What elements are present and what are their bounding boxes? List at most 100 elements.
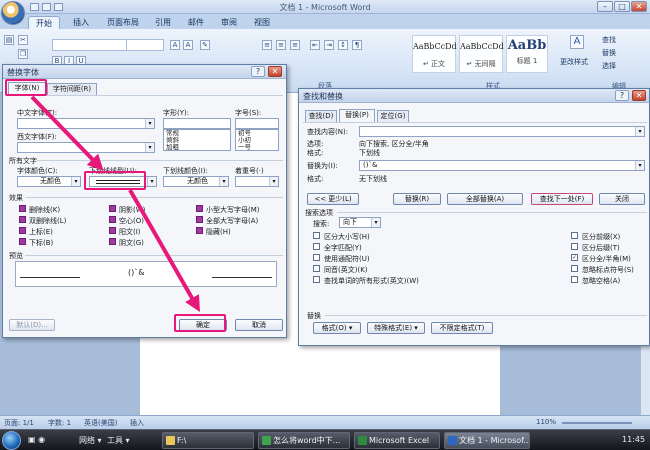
status-words[interactable]: 字数: 1 <box>48 418 71 428</box>
start-orb[interactable] <box>2 431 21 450</box>
font-size-box[interactable] <box>126 39 164 51</box>
all-caps-checkbox[interactable] <box>196 216 203 223</box>
word-forms-checkbox[interactable] <box>313 276 320 283</box>
task-word[interactable]: 文档 1 - Microsof... <box>444 432 530 449</box>
replace-with-input[interactable]: ()`& ▾ <box>359 160 645 171</box>
match-suffix-checkbox[interactable] <box>571 243 578 250</box>
ignore-punct-checkbox[interactable] <box>571 265 578 272</box>
clock[interactable]: 11:45 <box>622 435 645 444</box>
chinese-font-select[interactable]: ▾ <box>17 118 155 129</box>
cut-icon[interactable]: ✂ <box>18 35 28 45</box>
task-excel[interactable]: Microsoft Excel <box>354 432 440 449</box>
zoom-slider[interactable] <box>562 422 632 424</box>
style-heading-1[interactable]: AaBb 标题 1 <box>506 35 548 73</box>
sounds-like-checkbox[interactable] <box>313 265 320 272</box>
task-explorer[interactable]: F:\ <box>162 432 254 449</box>
show-marks-icon[interactable]: ¶ <box>352 40 362 50</box>
taskbar-network[interactable]: 网络 ▾ <box>79 435 102 446</box>
status-zoom[interactable]: 110% <box>536 418 556 426</box>
style-list[interactable]: 常规 倾斜 加粗 <box>163 129 231 151</box>
replace-one-button[interactable]: 替换(R) <box>393 193 441 205</box>
size-input[interactable] <box>235 118 279 129</box>
strikethrough-checkbox[interactable] <box>19 205 26 212</box>
find-next-button[interactable]: 查找下一处(F) <box>531 193 593 205</box>
sort-icon[interactable]: ↕ <box>338 40 348 50</box>
double-strikethrough-checkbox[interactable] <box>19 216 26 223</box>
find-button[interactable]: 查找 <box>602 35 616 45</box>
small-caps-checkbox[interactable] <box>196 205 203 212</box>
default-button[interactable]: 默认(D)... <box>9 319 55 331</box>
superscript-checkbox[interactable] <box>19 227 26 234</box>
style-no-spacing[interactable]: AaBbCcDd ↵ 无间隔 <box>459 35 504 73</box>
style-normal[interactable]: AaBbCcDd ↵ 正文 <box>412 35 457 73</box>
cancel-button[interactable]: 取消 <box>235 319 283 331</box>
match-case-checkbox[interactable] <box>313 232 320 239</box>
engrave-checkbox[interactable] <box>109 238 116 245</box>
numbering-icon[interactable]: ≡ <box>276 40 286 50</box>
no-formatting-button[interactable]: 不限定格式(T) <box>431 322 493 334</box>
close-icon[interactable]: ✕ <box>632 90 646 101</box>
task-browser[interactable]: 怎么将word中下... <box>258 432 350 449</box>
western-font-select[interactable]: ▾ <box>17 142 155 153</box>
status-language[interactable]: 英语(美国) <box>84 418 117 428</box>
emboss-checkbox[interactable] <box>109 227 116 234</box>
size-option[interactable]: 一号 <box>238 144 278 151</box>
size-list[interactable]: 初号 小初 一号 <box>235 129 279 151</box>
minimize-button[interactable]: – <box>597 1 613 12</box>
increase-indent-icon[interactable]: ⇥ <box>324 40 334 50</box>
select-button[interactable]: 选择 <box>602 61 616 71</box>
wildcards-checkbox[interactable] <box>313 254 320 261</box>
whole-word-checkbox[interactable] <box>313 243 320 250</box>
subscript-checkbox[interactable] <box>19 238 26 245</box>
outline-checkbox[interactable] <box>109 216 116 223</box>
tab-mailings[interactable]: 邮件 <box>181 16 211 29</box>
tab-references[interactable]: 引用 <box>148 16 178 29</box>
taskbar-tools[interactable]: 工具 ▾ <box>107 435 130 446</box>
match-prefix-checkbox[interactable] <box>571 232 578 239</box>
emphasis-select[interactable]: ▾ <box>235 176 279 187</box>
change-styles-button[interactable]: 更改样式 <box>560 57 588 67</box>
search-direction-select[interactable]: 向下 ▾ <box>339 217 381 228</box>
find-what-input[interactable]: ▾ <box>359 126 645 137</box>
underline-color-select[interactable]: 无颜色 ▾ <box>163 176 229 187</box>
style-option[interactable]: 加粗 <box>166 144 230 151</box>
status-insert[interactable]: 插入 <box>130 418 144 428</box>
close-button[interactable]: 关闭 <box>599 193 645 205</box>
hidden-checkbox[interactable] <box>196 227 203 234</box>
copy-icon[interactable]: ❐ <box>18 49 28 59</box>
tab-char-spacing[interactable]: 字符间距(R) <box>47 83 97 95</box>
maximize-button[interactable]: □ <box>614 1 630 12</box>
match-width-checkbox[interactable]: ✓ <box>571 254 578 261</box>
help-icon[interactable]: ? <box>615 90 629 101</box>
decrease-indent-icon[interactable]: ⇤ <box>310 40 320 50</box>
close-icon[interactable]: ✕ <box>268 66 282 77</box>
tab-review[interactable]: 审阅 <box>214 16 244 29</box>
paste-icon[interactable]: ▤ <box>4 35 14 45</box>
tab-home[interactable]: 开始 <box>28 16 60 29</box>
font-color-select[interactable]: 无颜色 ▾ <box>17 176 81 187</box>
tab-goto[interactable]: 定位(G) <box>377 110 409 122</box>
multilevel-icon[interactable]: ≡ <box>290 40 300 50</box>
quicklaunch-icons[interactable]: ▣ ◉ <box>28 435 45 444</box>
office-button[interactable] <box>1 1 25 25</box>
tab-find[interactable]: 查找(D) <box>305 110 337 122</box>
tab-replace[interactable]: 替换(P) <box>339 109 375 122</box>
ignore-space-checkbox[interactable] <box>571 276 578 283</box>
help-icon[interactable]: ? <box>251 66 265 77</box>
clear-format-icon[interactable]: ✎ <box>200 40 210 50</box>
format-button[interactable]: 格式(O) ▾ <box>313 322 361 334</box>
grow-font-icon[interactable]: A <box>170 40 180 50</box>
less-button[interactable]: << 更少(L) <box>307 193 359 205</box>
close-window-button[interactable]: ✕ <box>631 1 647 12</box>
tab-page-layout[interactable]: 页面布局 <box>100 16 146 29</box>
change-styles-icon[interactable]: A <box>570 35 584 49</box>
tab-insert[interactable]: 插入 <box>66 16 96 29</box>
style-input[interactable] <box>163 118 231 129</box>
status-page[interactable]: 页面: 1/1 <box>4 418 34 428</box>
replace-all-button[interactable]: 全部替换(A) <box>447 193 523 205</box>
replace-button[interactable]: 替换 <box>602 48 616 58</box>
shadow-checkbox[interactable] <box>109 205 116 212</box>
bullets-icon[interactable]: ≡ <box>262 40 272 50</box>
tab-view[interactable]: 视图 <box>247 16 277 29</box>
special-button[interactable]: 特殊格式(E) ▾ <box>367 322 425 334</box>
